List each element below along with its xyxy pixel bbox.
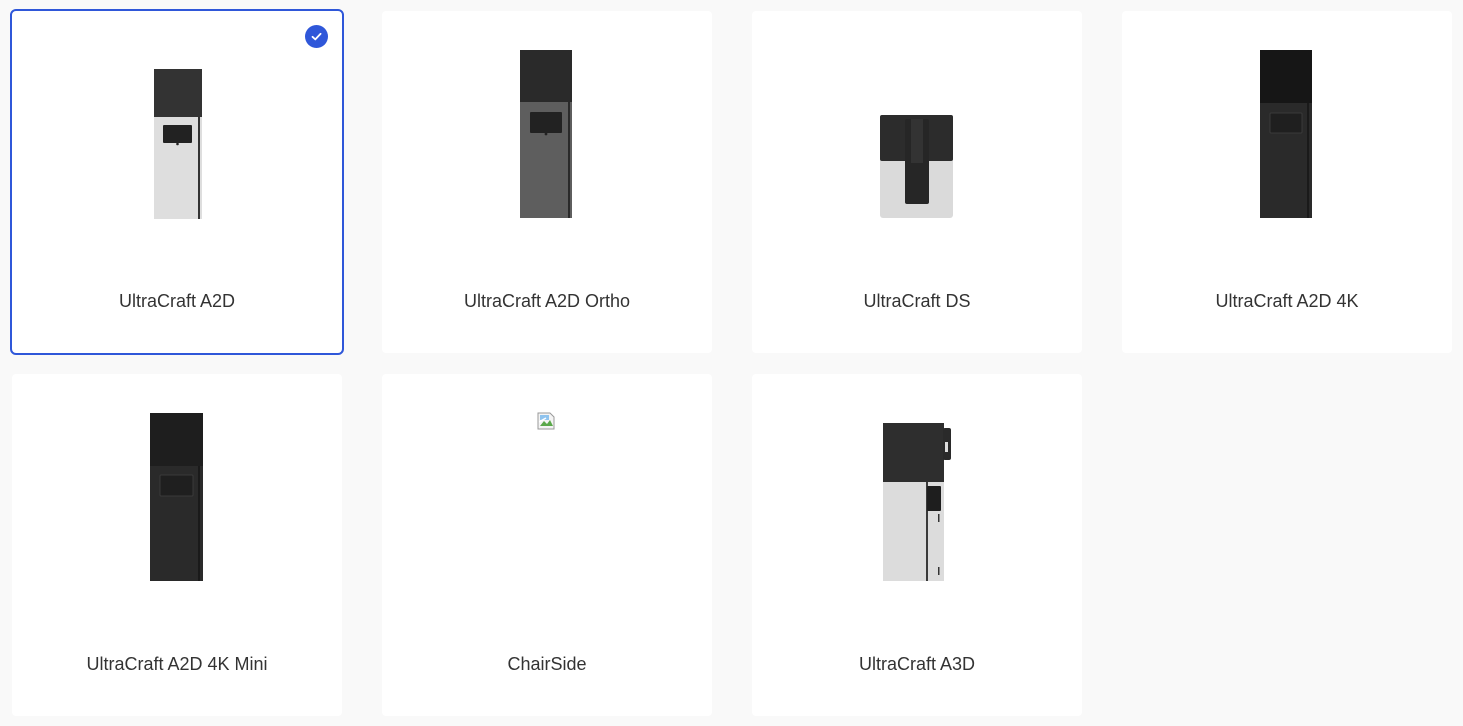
printer-name: UltraCraft A2D 4K Mini	[86, 654, 268, 674]
printer-name: UltraCraft A2D Ortho	[463, 291, 631, 311]
printer-image	[520, 50, 572, 218]
printer-card-ultracraft-a3d[interactable]: UltraCraft A3D	[752, 374, 1082, 716]
printer-card-ultracraft-a2d-ortho[interactable]: UltraCraft A2D Ortho	[382, 11, 712, 353]
printer-name: ChairSide	[507, 654, 587, 674]
printer-name: UltraCraft A2D 4K	[1215, 291, 1359, 311]
printer-card-ultracraft-a2d-4k-mini[interactable]: UltraCraft A2D 4K Mini	[12, 374, 342, 716]
printer-card-ultracraft-a2d-4k[interactable]: UltraCraft A2D 4K	[1122, 11, 1452, 353]
checkmark-icon	[305, 25, 328, 48]
printer-image	[154, 69, 202, 219]
printer-name: UltraCraft DS	[863, 291, 971, 311]
printer-card-ultracraft-a2d[interactable]: UltraCraft A2D	[10, 9, 344, 355]
printer-image	[880, 115, 953, 218]
printer-image	[883, 423, 951, 581]
broken-image-icon	[537, 412, 555, 430]
printer-card-ultracraft-ds[interactable]: UltraCraft DS	[752, 11, 1082, 353]
printer-name: UltraCraft A3D	[858, 654, 976, 674]
printer-name: UltraCraft A2D	[118, 291, 236, 311]
printer-card-chairside[interactable]: ChairSide	[382, 374, 712, 716]
printer-image	[150, 413, 203, 581]
printer-image	[1260, 50, 1312, 218]
